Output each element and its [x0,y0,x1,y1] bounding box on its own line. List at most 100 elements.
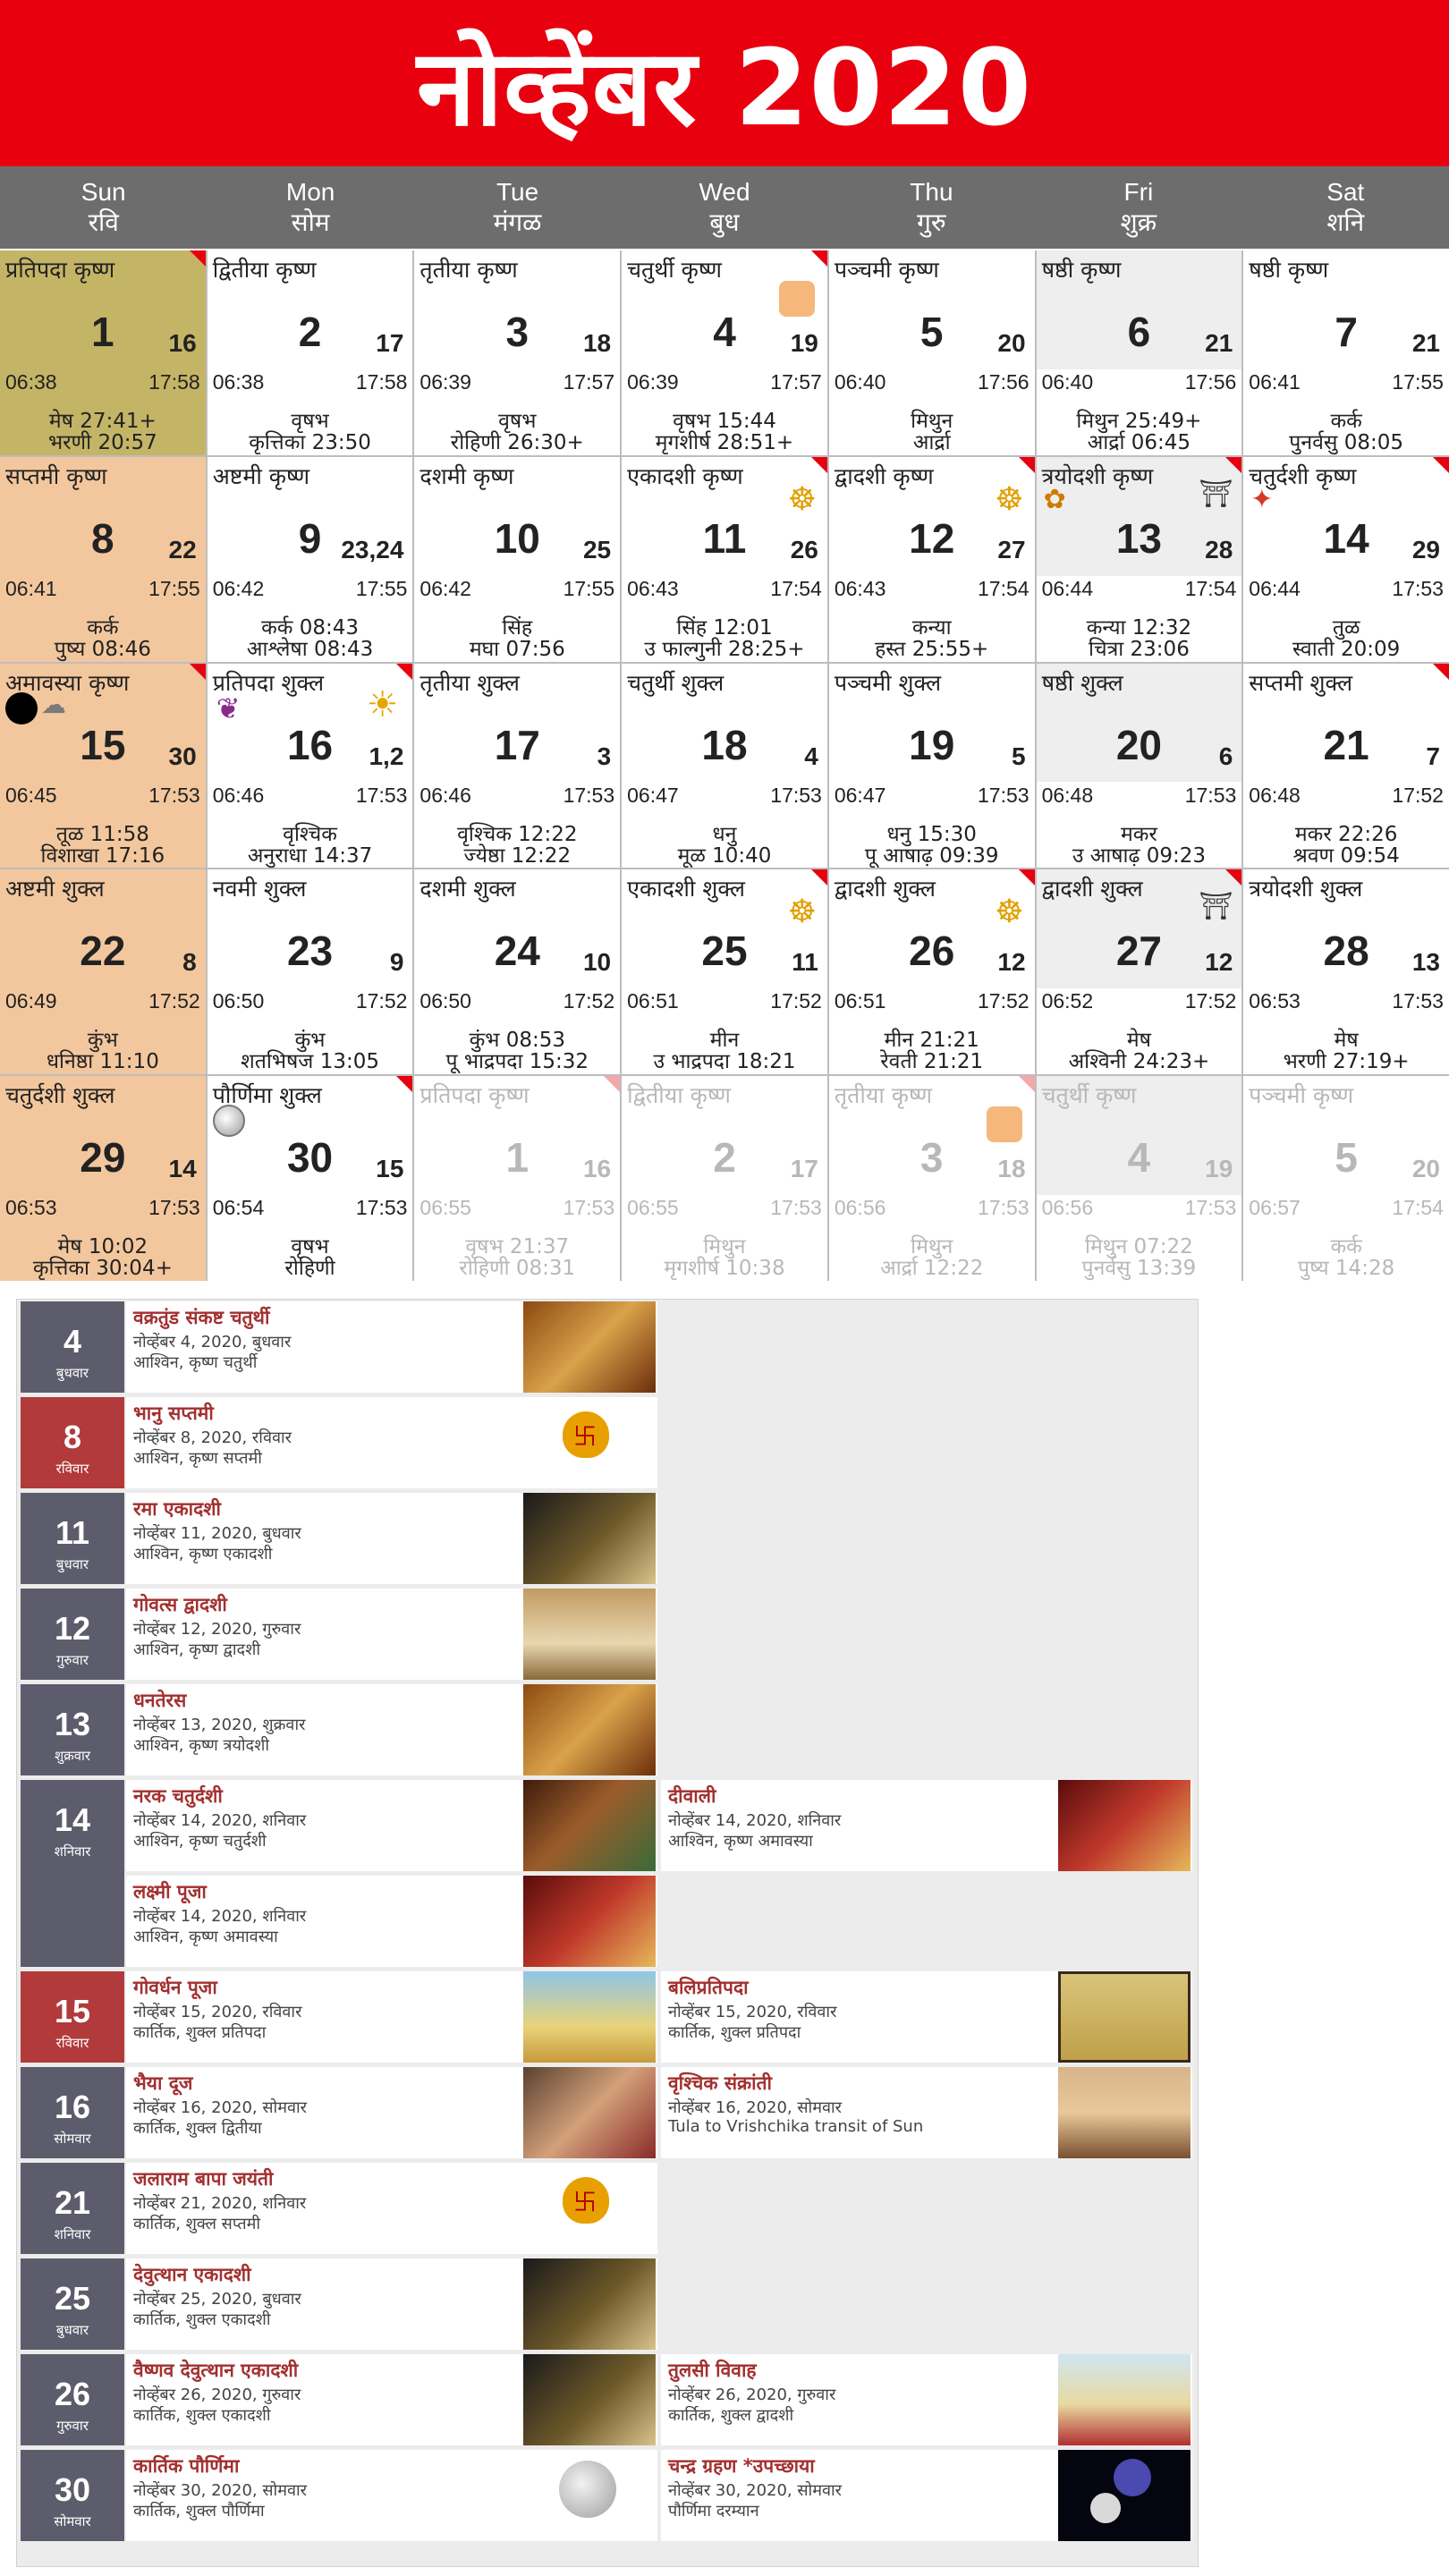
festival-event[interactable]: देवुत्थान एकादशी नोव्हेंबर 25, 2020, बुधव… [126,2258,657,2350]
nakshatra-label: रोहिणी 08:31 [459,1257,576,1281]
festival-name[interactable]: लक्ष्मी पूजा [133,1879,207,1904]
day-cell[interactable]: अमावस्या कृष्ण 15 30 06:45 17:53 तूळ 11:58 विश… [0,663,206,869]
lunar-date: 3 [597,741,612,770]
day-cell[interactable]: प्रतिपदा शुक्ल 16 1,2 06:46 17:53 वृश्चिक अनुर… [207,663,413,869]
festival-name[interactable]: भैया दूज [133,2071,192,2096]
event-marker-icon [189,250,206,267]
festival-event[interactable]: जलाराम बापा जयंती नोव्हेंबर 21, 2020, शनि… [126,2163,657,2254]
day-cell[interactable]: एकादशी शुक्ल 25 11 06:51 17:52 मीन उ भाद्रपदा … [622,869,827,1075]
nakshatra-label: कृत्तिका 30:04+ [32,1257,173,1281]
festival-date-number: 25 [54,2280,91,2317]
festival-name[interactable]: जलाराम बापा जयंती [133,2166,273,2191]
day-cell[interactable]: द्वादशी शुक्ल 27 12 06:52 17:52 मेष अश्विनी 24… [1036,869,1242,1075]
sunrise-time: 06:39 [627,370,679,394]
day-cell[interactable]: प्रतिपदा कृष्ण 1 16 06:38 17:58 मेष 27:41+ भरण… [0,250,206,455]
festival-event[interactable]: दीवाली नोव्हेंबर 14, 2020, शनिवार आश्विन, … [661,1780,1192,1871]
day-cell[interactable]: तृतीया कृष्ण 3 18 06:39 17:57 वृषभ रोहिणी 26:3… [414,250,621,455]
festival-event[interactable]: भानु सप्तमी नोव्हेंबर 8, 2020, रविवार आश्व… [126,1397,657,1488]
festival-weekday: गुरुवार [56,1652,89,1668]
day-cell[interactable]: षष्ठी कृष्ण 6 21 06:40 17:56 मिथुन 25:49+ आर्द… [1036,250,1242,455]
tithi-label: तृतीया शुक्ल [419,669,520,696]
day-cell[interactable]: पञ्चमी कृष्ण 5 20 06:57 17:54 कर्क पुष्य 14:28 [1243,1076,1449,1281]
festival-name[interactable]: वक्रतुंड संकष्ट चतुर्थी [133,1305,269,1330]
day-cell[interactable]: सप्तमी कृष्ण 8 22 06:41 17:55 कर्क पुष्य 08:46 [0,456,206,662]
day-cell[interactable]: द्वादशी शुक्ल 26 12 06:51 17:52 मीन 21:21 रेवत… [828,869,1035,1075]
kalash-icon [563,1411,609,1458]
festival-date-box: 11 बुधवार [21,1493,124,1584]
day-cell[interactable]: त्रयोदशी कृष्ण 13 28 06:44 17:54 कन्या 12:32 च… [1036,456,1242,662]
festival-name[interactable]: नरक चतुर्दशी [133,1784,223,1809]
day-cell[interactable]: सप्तमी शुक्ल 21 7 06:48 17:52 मकर 22:26 श्रवण … [1243,663,1449,869]
festival-name[interactable]: बलिप्रतिपदा [668,1975,749,2000]
sunrise-time: 06:39 [419,370,471,394]
festival-date-text: नोव्हेंबर 12, 2020, गुरुवार [133,1620,301,1639]
festival-name[interactable]: भानु सप्तमी [133,1401,214,1426]
festival-event[interactable]: भैया दूज नोव्हेंबर 16, 2020, सोमवार कार्ति… [126,2067,657,2158]
festival-tithi-text: कार्तिक, शुक्ल द्वादशी [668,2406,794,2425]
sunset-time: 17:52 [563,989,615,1013]
festival-event[interactable]: लक्ष्मी पूजा नोव्हेंबर 14, 2020, शनिवार आश… [126,1876,657,1967]
day-cell[interactable]: द्वितीया कृष्ण 2 17 06:55 17:53 मिथुन मृगशीर्ष… [622,1076,827,1281]
day-cell[interactable]: अष्टमी कृष्ण 9 23,24 06:42 17:55 कर्क 08:43 आश… [207,456,413,662]
day-cell[interactable]: चतुर्थी कृष्ण 4 19 06:56 17:53 मिथुन 07:22 पुन… [1036,1076,1242,1281]
new-moon-icon [5,691,38,724]
festival-event[interactable]: वैष्णव देवुत्थान एकादशी नोव्हेंबर 26, 202… [126,2354,657,2445]
lunar-date: 6 [1218,741,1233,770]
rashi-label: मिथुन 25:49+ [1076,410,1202,433]
festival-event[interactable]: रमा एकादशी नोव्हेंबर 11, 2020, बुधवार आश्व… [126,1493,657,1584]
day-cell[interactable]: चतुर्दशी कृष्ण 14 29 06:44 17:53 तुळ स्वाती 20… [1243,456,1449,662]
festival-name[interactable]: वृश्चिक संक्रांती [668,2071,772,2096]
day-cell[interactable]: द्वादशी कृष्ण 12 27 06:43 17:54 कन्या हस्त 25:… [828,456,1035,662]
festival-name[interactable]: तुलसी विवाह [668,2358,757,2383]
event-marker-icon [1432,663,1449,680]
festival-name[interactable]: रमा एकादशी [133,1496,221,1521]
festival-event[interactable]: वृश्चिक संक्रांती नोव्हेंबर 16, 2020, सोम… [661,2067,1192,2158]
day-cell[interactable]: षष्ठी कृष्ण 7 21 06:41 17:55 कर्क पुनर्वसु 08:… [1243,250,1449,455]
festival-event[interactable]: गोवर्धन पूजा नोव्हेंबर 15, 2020, रविवार का… [126,1971,657,2063]
day-cell[interactable]: चतुर्दशी शुक्ल 29 14 06:53 17:53 मेष 10:02 कृत… [0,1076,206,1281]
day-cell[interactable]: प्रतिपदा कृष्ण 1 16 06:55 17:53 वृषभ 21:37 रोह… [414,1076,621,1281]
shiva-lingam-icon: ⛩ [1199,891,1233,923]
sunrise-time: 06:46 [419,783,471,807]
festival-name[interactable]: चन्द्र ग्रहण *उपच्छाया [668,2453,815,2479]
rashi-label: सिंह 12:01 [676,615,773,640]
day-cell[interactable]: पौर्णिमा शुक्ल 30 15 06:54 17:53 वृषभ रोहिणी [207,1076,413,1281]
festival-name[interactable]: गोवत्स द्वादशी [133,1592,227,1617]
festival-event[interactable]: चन्द्र ग्रहण *उपच्छाया नोव्हेंबर 30, 2020… [661,2450,1192,2541]
day-cell[interactable]: चतुर्थी शुक्ल 18 4 06:47 17:53 धनु मूळ 10:40 [622,663,827,869]
festival-name[interactable]: दीवाली [668,1784,716,1809]
lunar-date: 22 [168,535,197,564]
festival-event[interactable]: वक्रतुंड संकष्ट चतुर्थी नोव्हेंबर 4, 2020… [126,1301,657,1393]
festival-name[interactable]: कार्तिक पौर्णिमा [133,2453,239,2479]
day-cell[interactable]: दशमी कृष्ण 10 25 06:42 17:55 सिंह मघा 07:56 [414,456,621,662]
day-cell[interactable]: तृतीया कृष्ण 3 18 06:56 17:53 मिथुन आर्द्रा 12… [828,1076,1035,1281]
day-cell[interactable]: तृतीया शुक्ल 17 3 06:46 17:53 वृश्चिक 12:22 ज्… [414,663,621,869]
day-number: 17 [494,721,540,768]
sunset-time: 17:53 [355,783,408,807]
day-cell[interactable]: द्वितीया कृष्ण 2 17 06:38 17:58 वृषभ कृत्तिका … [207,250,413,455]
bhaidooj-icon: ❦ [216,691,241,725]
lunar-date: 28 [1205,535,1233,564]
day-cell[interactable]: अष्टमी शुक्ल 22 8 06:49 17:52 कुंभ धनिष्ठा 11:… [0,869,206,1075]
day-cell[interactable]: नवमी शुक्ल 23 9 06:50 17:52 कुंभ शतभिषज 13:05 [207,869,413,1075]
lunar-date: 12 [997,948,1026,977]
day-cell[interactable]: एकादशी कृष्ण 11 26 06:43 17:54 सिंह 12:01 उ फा… [622,456,827,662]
day-cell[interactable]: चतुर्थी कृष्ण 4 19 06:39 17:57 वृषभ 15:44 मृगश… [622,250,827,455]
festival-date-number: 30 [54,2471,91,2508]
festival-event[interactable]: कार्तिक पौर्णिमा नोव्हेंबर 30, 2020, सोमव… [126,2450,657,2541]
day-cell[interactable]: षष्ठी शुक्ल 20 6 06:48 17:53 मकर उ आषाढ़ 09:23 [1036,663,1242,869]
day-cell[interactable]: पञ्चमी कृष्ण 5 20 06:40 17:56 मिथुन आर्द्रा [828,250,1035,455]
festival-event[interactable]: बलिप्रतिपदा नोव्हेंबर 15, 2020, रविवार कार… [661,1971,1192,2063]
festival-event[interactable]: गोवत्स द्वादशी नोव्हेंबर 12, 2020, गुरुवा… [126,1589,657,1680]
festival-name[interactable]: देवुत्थान एकादशी [133,2262,251,2287]
festival-name[interactable]: वैष्णव देवुत्थान एकादशी [133,2358,298,2383]
day-cell[interactable]: दशमी शुक्ल 24 10 06:50 17:52 कुंभ 08:53 पू भाद… [414,869,621,1075]
festival-event[interactable]: धनतेरस नोव्हेंबर 13, 2020, शुक्रवार आश्विन… [126,1684,657,1775]
festival-name[interactable]: गोवर्धन पूजा [133,1975,217,2000]
festival-event[interactable]: तुलसी विवाह नोव्हेंबर 26, 2020, गुरुवार का… [661,2354,1192,2445]
festival-tithi-text: आश्विन, कृष्ण त्रयोदशी [133,1736,270,1755]
day-cell[interactable]: त्रयोदशी शुक्ल 28 13 06:53 17:53 मेष भरणी 27:1… [1243,869,1449,1075]
day-cell[interactable]: पञ्चमी शुक्ल 19 5 06:47 17:53 धनु 15:30 पू आषा… [828,663,1035,869]
festival-name[interactable]: धनतेरस [133,1688,186,1713]
festival-event[interactable]: नरक चतुर्दशी नोव्हेंबर 14, 2020, शनिवार आश… [126,1780,657,1871]
